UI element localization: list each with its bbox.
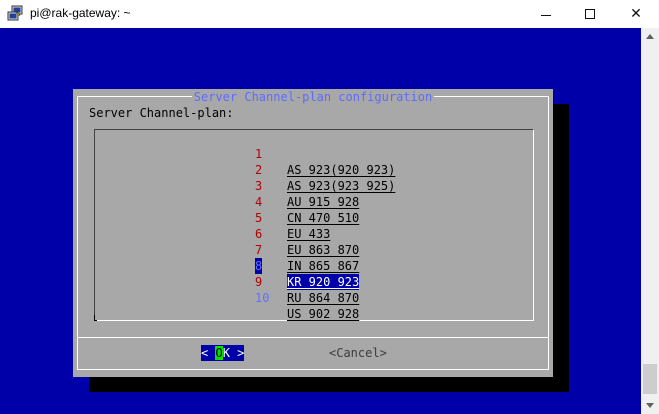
- maximize-button[interactable]: [567, 0, 613, 28]
- ok-label-rest: K: [222, 346, 230, 360]
- item-number: 7: [255, 243, 263, 257]
- list-item[interactable]: 2 AS_923(923_925): [95, 146, 395, 193]
- item-number: 8: [255, 258, 263, 274]
- channel-plan-dialog: Server Channel-plan configuration Server…: [73, 89, 553, 377]
- list-item[interactable]: 4 CN_470_510: [95, 178, 359, 225]
- window-title: pi@rak-gateway: ~: [30, 6, 131, 20]
- item-number: 6: [255, 227, 263, 241]
- putty-icon[interactable]: [7, 5, 23, 21]
- ok-button[interactable]: < OK >: [201, 345, 245, 361]
- ok-bracket-right: >: [229, 346, 245, 360]
- list-item[interactable]: 7 IN_865_867: [95, 226, 359, 273]
- vertical-scrollbar[interactable]: [641, 28, 659, 414]
- maximize-icon: [585, 9, 595, 19]
- channel-plan-list[interactable]: 1 AS_923(920_923) 2 AS_923(923_925) 3 AU…: [94, 129, 534, 321]
- item-label: AS_923(920_923): [287, 163, 396, 177]
- item-label: AS_923(923_925): [287, 179, 396, 193]
- list-item[interactable]: 9 RU_864_870: [95, 258, 359, 305]
- minimize-button[interactable]: [523, 0, 569, 28]
- item-label: CN_470_510: [287, 211, 360, 225]
- arrow-up-icon: [646, 34, 654, 39]
- item-number: 2: [255, 163, 263, 177]
- item-number: 10: [255, 291, 270, 305]
- item-number: 3: [255, 179, 263, 193]
- item-label: KR_920_923: [287, 274, 360, 290]
- list-box-corner: [94, 315, 97, 321]
- item-label: AU_915_928: [287, 195, 360, 209]
- item-label: EU_433: [287, 227, 331, 241]
- scroll-up-button[interactable]: [641, 28, 659, 45]
- dialog-prompt: Server Channel-plan:: [89, 106, 234, 120]
- item-number: 1: [255, 147, 263, 161]
- ok-hotkey: O: [215, 346, 223, 360]
- dialog-title-text: Server Channel-plan configuration: [191, 90, 435, 104]
- button-separator: [77, 337, 549, 338]
- arrow-down-icon: [646, 403, 654, 408]
- item-number: 5: [255, 211, 263, 225]
- list-item-selected[interactable]: 8 KR_920_923: [95, 242, 360, 290]
- item-label: EU_863_870: [287, 243, 360, 257]
- list-item[interactable]: 5 EU_433: [95, 194, 330, 241]
- cancel-button[interactable]: <Cancel>: [329, 345, 387, 361]
- item-label: IN_865_867: [287, 259, 360, 273]
- item-label: RU_864_870: [287, 291, 360, 305]
- minimize-icon: [541, 14, 551, 16]
- scroll-thumb[interactable]: [643, 364, 657, 394]
- dialog-title: Server Channel-plan configuration: [73, 89, 553, 105]
- list-item[interactable]: 6 EU_863_870: [95, 210, 359, 257]
- close-icon: ✕: [630, 6, 642, 22]
- scroll-down-button[interactable]: [641, 397, 659, 414]
- list-item[interactable]: 1 AS_923(920_923): [95, 130, 395, 177]
- item-number: 4: [255, 195, 263, 209]
- terminal-area[interactable]: Server Channel-plan configuration Server…: [0, 28, 641, 414]
- item-label: US_902_928: [287, 307, 360, 321]
- list-item[interactable]: 10 US_902_928: [95, 274, 359, 321]
- list-item[interactable]: 3 AU_915_928: [95, 162, 359, 209]
- item-number: 9: [255, 275, 263, 289]
- window-titlebar: pi@rak-gateway: ~ ✕: [0, 0, 659, 28]
- close-button[interactable]: ✕: [613, 0, 659, 28]
- ok-bracket-left: <: [201, 346, 216, 360]
